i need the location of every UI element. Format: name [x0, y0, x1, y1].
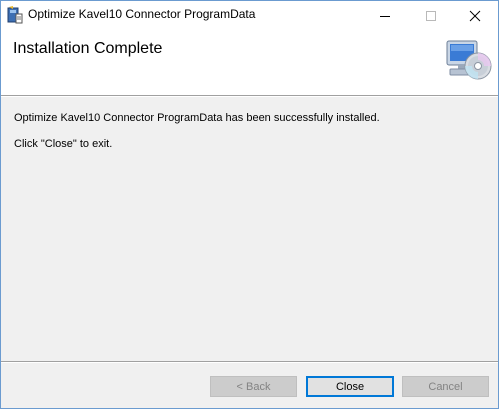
back-button: < Back — [210, 376, 297, 397]
page-title: Installation Complete — [13, 40, 163, 57]
cancel-button: Cancel — [402, 376, 489, 397]
installer-window: Optimize Kavel10 Connector ProgramData I… — [0, 0, 499, 409]
computer-cd-icon — [444, 38, 494, 82]
maximize-icon — [426, 10, 436, 21]
close-window-button[interactable] — [452, 1, 498, 30]
close-button[interactable]: Close — [306, 376, 394, 397]
minimize-icon — [380, 15, 390, 17]
minimize-button[interactable] — [362, 1, 408, 30]
header-divider — [1, 95, 498, 97]
header-banner: Installation Complete — [1, 30, 498, 95]
footer-divider — [1, 361, 498, 363]
title-bar[interactable]: Optimize Kavel10 Connector ProgramData — [1, 1, 498, 30]
success-message: Optimize Kavel10 Connector ProgramData h… — [14, 112, 380, 124]
window-title: Optimize Kavel10 Connector ProgramData — [28, 7, 256, 21]
exit-instruction: Click "Close" to exit. — [14, 138, 113, 150]
installer-app-icon — [7, 6, 23, 24]
maximize-button — [408, 1, 454, 30]
close-icon — [469, 10, 481, 21]
